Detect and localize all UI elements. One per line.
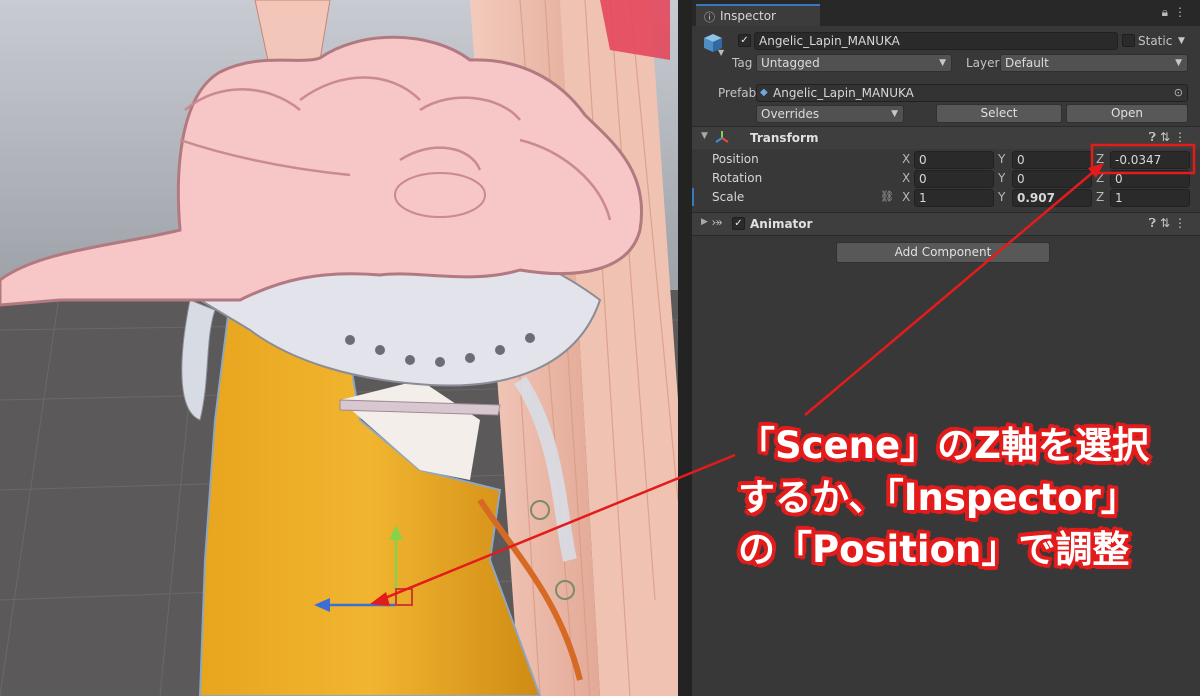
annotation-caption: 「Scene」のZ軸を選択 するか、「Inspector」 の「Position… <box>738 420 1200 576</box>
caption-line-3: の「Position」で調整 <box>738 528 1130 571</box>
arrowhead-gizmo <box>370 592 390 606</box>
highlight-box <box>1090 143 1196 175</box>
caption-line-1: 「Scene」のZ軸を選択 <box>738 424 1149 467</box>
caption-line-2: するか、「Inspector」 <box>738 476 1138 519</box>
annotation-overlay <box>370 143 1196 606</box>
arrow-to-gizmo <box>379 453 736 602</box>
arrow-to-field <box>804 167 1099 416</box>
